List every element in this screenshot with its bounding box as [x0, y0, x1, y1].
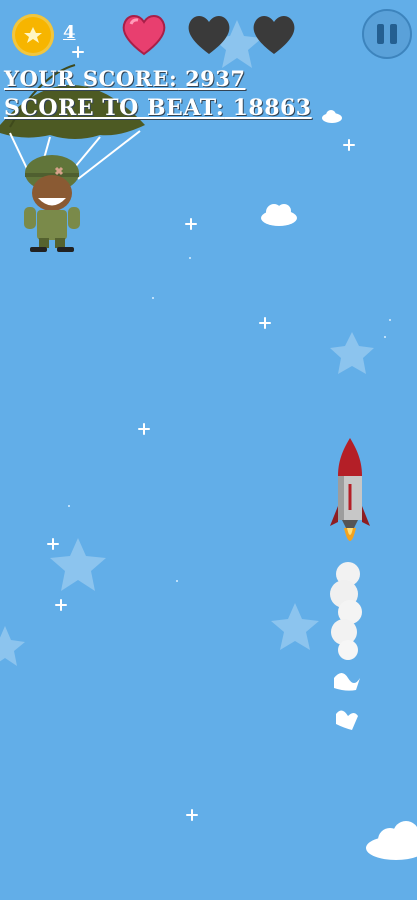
- sparkle-icon: [343, 139, 355, 151]
- your-score-value: 2937: [185, 66, 246, 91]
- star-dot: [68, 505, 70, 507]
- coin-count: 4: [63, 22, 76, 43]
- score-to-beat-text: SCORE TO BEAT: 18863: [4, 95, 312, 121]
- cloud-icon: [322, 110, 342, 123]
- star-icon: [0, 626, 25, 666]
- smoke-trail: [330, 562, 362, 730]
- star-dot: [189, 257, 191, 259]
- sparkle-icon: [138, 423, 150, 435]
- score-to-beat-label: SCORE TO BEAT:: [4, 95, 225, 121]
- pause-button[interactable]: [362, 9, 412, 59]
- sparkle-icon: [185, 218, 197, 230]
- pause-icon-bar: [377, 24, 384, 44]
- sparkle-icon: [186, 809, 198, 821]
- eagle-emblem-icon: [24, 27, 42, 43]
- cloud-icon: [261, 204, 297, 226]
- star-dot: [389, 319, 391, 321]
- star-dot: [152, 297, 154, 299]
- heart-icon-empty: [253, 16, 295, 54]
- star-dot: [176, 580, 178, 582]
- coin-icon: [12, 14, 54, 56]
- your-score-text: YOUR SCORE: 2937: [4, 66, 246, 91]
- sparkle-icon: [259, 317, 271, 329]
- heart-icon-empty: [188, 16, 230, 54]
- heart-icon-full: [122, 15, 166, 56]
- star-icon: [271, 603, 319, 650]
- pause-icon-bar: [390, 24, 397, 44]
- your-score-label: YOUR SCORE:: [4, 66, 178, 91]
- star-dot: [384, 336, 386, 338]
- sparkle-icon: [55, 599, 67, 611]
- sparkle-icon: [47, 538, 59, 550]
- cloud-icon: [366, 821, 417, 860]
- star-icon: [330, 332, 374, 374]
- score-to-beat-value: 18863: [232, 95, 312, 121]
- rocket-icon: [330, 438, 370, 541]
